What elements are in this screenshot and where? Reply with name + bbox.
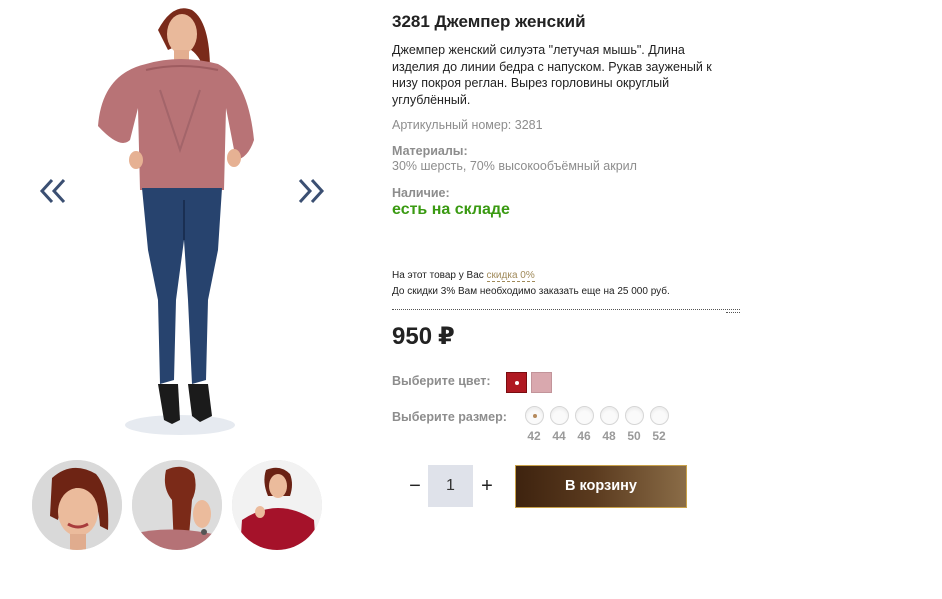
- size-option-52[interactable]: 52: [649, 406, 669, 443]
- size-label: Выберите размер:: [392, 410, 507, 424]
- size-number: 46: [577, 429, 591, 443]
- product-price: 950 ₽: [392, 322, 455, 351]
- thumbnail-strip: [32, 460, 332, 552]
- size-radio[interactable]: [624, 406, 644, 425]
- discount-prefix: На этот товар у Вас: [392, 270, 484, 281]
- quantity-stepper: − +: [398, 465, 508, 507]
- color-selector: Выберите цвет:: [392, 370, 552, 394]
- size-option-46[interactable]: 46: [574, 406, 594, 443]
- color-swatch-pink[interactable]: [531, 372, 552, 393]
- availability-status: есть на складе: [392, 201, 510, 218]
- size-option-44[interactable]: 44: [549, 406, 569, 443]
- price-value: 950: [392, 323, 433, 350]
- quantity-input[interactable]: [428, 465, 473, 507]
- main-product-photo[interactable]: [88, 0, 268, 440]
- materials-block: Материалы: 30% шерсть, 70% высокообъёмны…: [392, 144, 742, 173]
- product-sku: Артикульный номер: 3281: [392, 118, 543, 132]
- materials-value: 30% шерсть, 70% высокообъёмный акрил: [392, 159, 637, 173]
- quantity-increase-button[interactable]: +: [474, 473, 500, 499]
- color-swatch-red[interactable]: [506, 372, 527, 393]
- size-radio[interactable]: [574, 406, 594, 425]
- quantity-decrease-button[interactable]: −: [402, 473, 428, 499]
- size-number: 48: [602, 429, 616, 443]
- availability-block: Наличие: есть на складе: [392, 186, 742, 219]
- size-radio[interactable]: [549, 406, 569, 425]
- product-gallery: [0, 0, 380, 599]
- size-number: 42: [527, 429, 541, 443]
- chevron-double-right-icon: [298, 178, 325, 204]
- gallery-next-button[interactable]: [292, 174, 326, 208]
- size-radio[interactable]: [649, 406, 669, 425]
- size-option-50[interactable]: 50: [624, 406, 644, 443]
- size-number: 50: [627, 429, 641, 443]
- size-option-48[interactable]: 48: [599, 406, 619, 443]
- materials-label: Материалы:: [392, 144, 468, 158]
- currency-symbol: ₽: [438, 323, 455, 350]
- discount-line-2: До скидки 3% Вам необходимо заказать еще…: [392, 285, 670, 297]
- gallery-prev-button[interactable]: [38, 174, 72, 208]
- availability-label: Наличие:: [392, 186, 450, 200]
- thumbnail-back-view[interactable]: [132, 460, 222, 550]
- size-option-42[interactable]: 42: [524, 406, 544, 443]
- discount-info: На этот товар у Вас скидка 0% До скидки …: [392, 268, 742, 299]
- product-title: 3281 Джемпер женский: [392, 12, 586, 31]
- discount-line-1: На этот товар у Вас скидка 0%: [392, 268, 742, 284]
- product-description: Джемпер женский силуэта "летучая мышь". …: [392, 43, 712, 107]
- thumbnail-portrait[interactable]: [32, 460, 122, 550]
- product-info: 3281 Джемпер женский Джемпер женский сил…: [392, 12, 742, 219]
- thumbnail-red-sweater[interactable]: [232, 460, 322, 550]
- divider: [392, 309, 740, 313]
- size-radio[interactable]: [524, 406, 544, 425]
- chevron-double-left-icon: [39, 178, 66, 204]
- discount-link[interactable]: скидка 0%: [486, 270, 535, 282]
- size-number: 52: [652, 429, 666, 443]
- size-number: 44: [552, 429, 566, 443]
- size-selector: Выберите размер: 42 44 46 48 50 52: [392, 406, 669, 446]
- size-radio[interactable]: [599, 406, 619, 425]
- add-to-cart-button[interactable]: В корзину: [515, 465, 687, 508]
- color-label: Выберите цвет:: [392, 374, 491, 388]
